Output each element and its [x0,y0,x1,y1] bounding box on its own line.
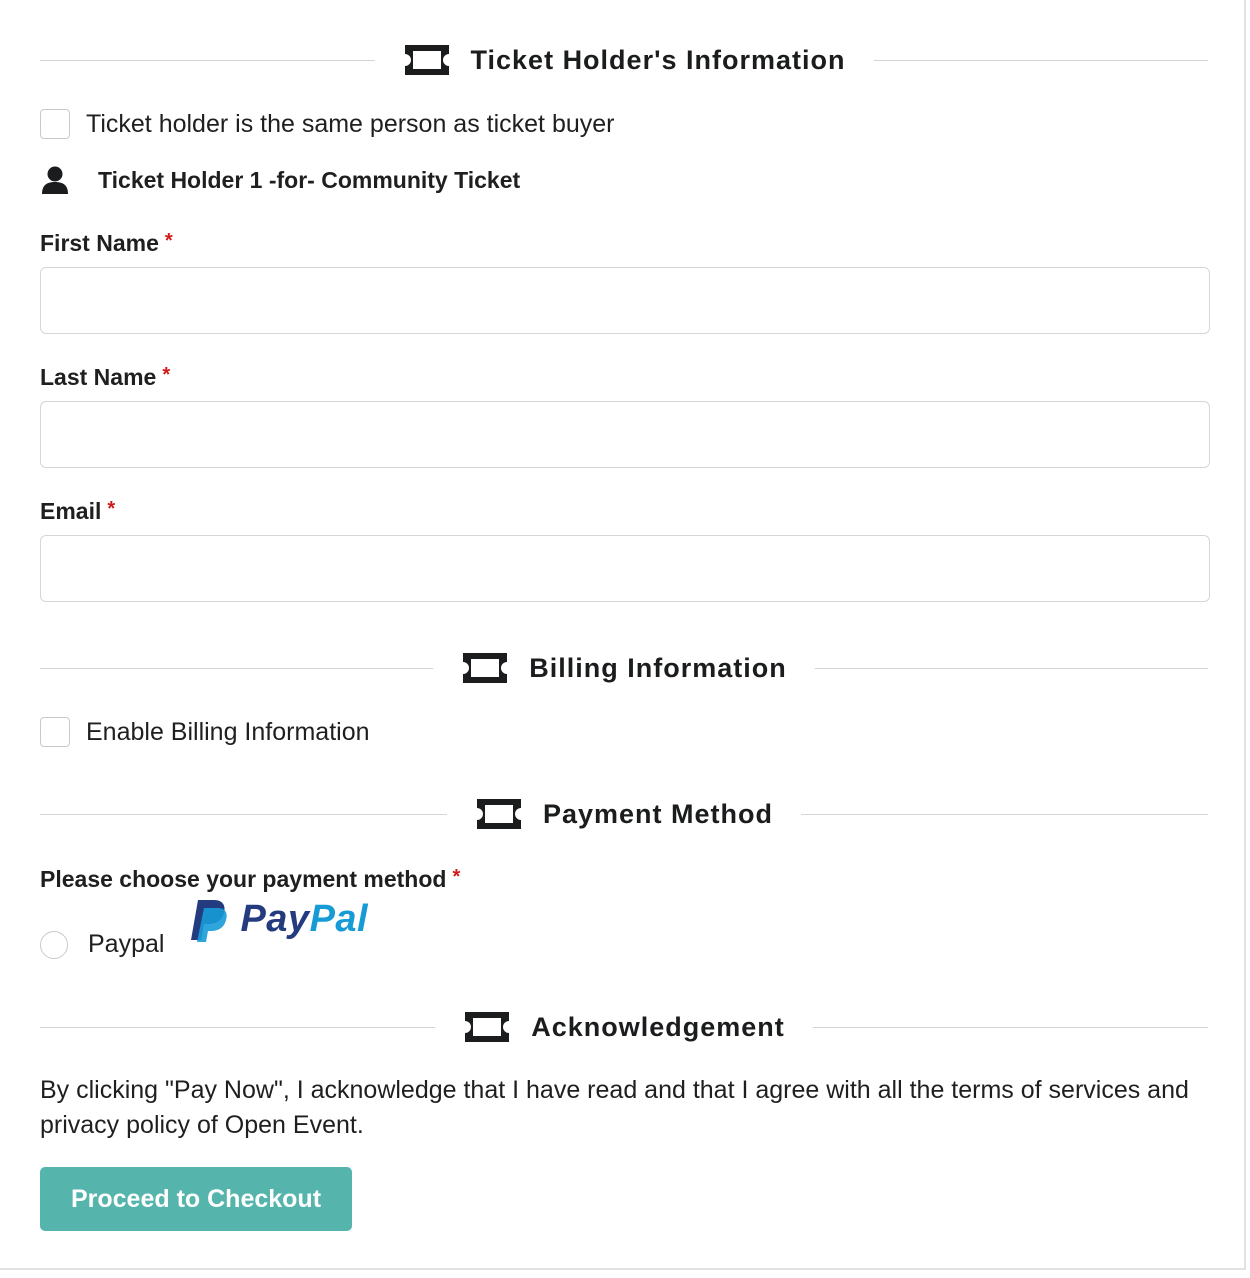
paypal-logo-pay: Pay [240,898,310,940]
divider-line [40,813,447,815]
first-name-label: First Name * [40,230,173,256]
divider-line [814,667,1209,669]
divider-line [812,1026,1209,1028]
same-holder-checkbox-row[interactable]: Ticket holder is the same person as tick… [40,109,614,139]
enable-billing-checkbox[interactable] [40,717,70,747]
required-asterisk: * [164,230,173,252]
ticket-holder-heading: Ticket Holder 1 -for- Community Ticket [40,166,520,194]
ticket-holder-title: Ticket Holder 1 -for- Community Ticket [98,166,521,193]
email-input[interactable] [40,535,1210,602]
paypal-option-label[interactable]: Paypal [88,930,164,959]
ticket-order-form: Ticket Holder's Information Ticket holde… [0,0,1246,1270]
paypal-logo-pal: Pal [309,898,369,940]
divider-line [40,667,434,669]
paypal-logo: PayPal [188,898,368,942]
ticket-icon [404,45,449,75]
same-holder-checkbox[interactable] [40,109,70,139]
acknowledgement-text: By clicking "Pay Now", I acknowledge tha… [40,1076,1189,1139]
last-name-label: Last Name * [40,364,171,390]
divider-line [40,59,375,61]
divider-line [873,59,1209,61]
required-asterisk: * [107,498,116,520]
enable-billing-checkbox-row[interactable]: Enable Billing Information [40,717,370,747]
email-label: Email * [40,498,116,524]
section-divider-billing: Billing Information [40,648,1209,688]
required-asterisk: * [452,866,461,888]
last-name-input[interactable] [40,401,1210,468]
first-name-input[interactable] [40,267,1210,334]
ticket-icon [476,799,521,829]
same-holder-checkbox-label[interactable]: Ticket holder is the same person as tick… [86,110,614,139]
divider-line [801,813,1208,815]
section-divider-acknowledgement: Acknowledgement [40,1007,1209,1047]
ticket-icon [463,653,508,683]
section-divider-payment: Payment Method [40,794,1208,834]
required-asterisk: * [162,364,171,386]
divider-line [40,1026,436,1028]
paypal-option[interactable]: Paypal PayPal [40,880,368,959]
proceed-to-checkout-button[interactable]: Proceed to Checkout [40,1167,352,1231]
section-title: Acknowledgement [531,1011,785,1042]
paypal-radio[interactable] [40,930,68,959]
section-title: Payment Method [542,798,774,829]
section-divider-holder-info: Ticket Holder's Information [40,40,1209,80]
paypal-p-icon [191,899,228,942]
ticket-icon [465,1012,510,1042]
enable-billing-checkbox-label[interactable]: Enable Billing Information [86,718,370,747]
user-icon [42,166,68,194]
section-title: Ticket Holder's Information [470,44,846,75]
section-title: Billing Information [529,652,787,683]
